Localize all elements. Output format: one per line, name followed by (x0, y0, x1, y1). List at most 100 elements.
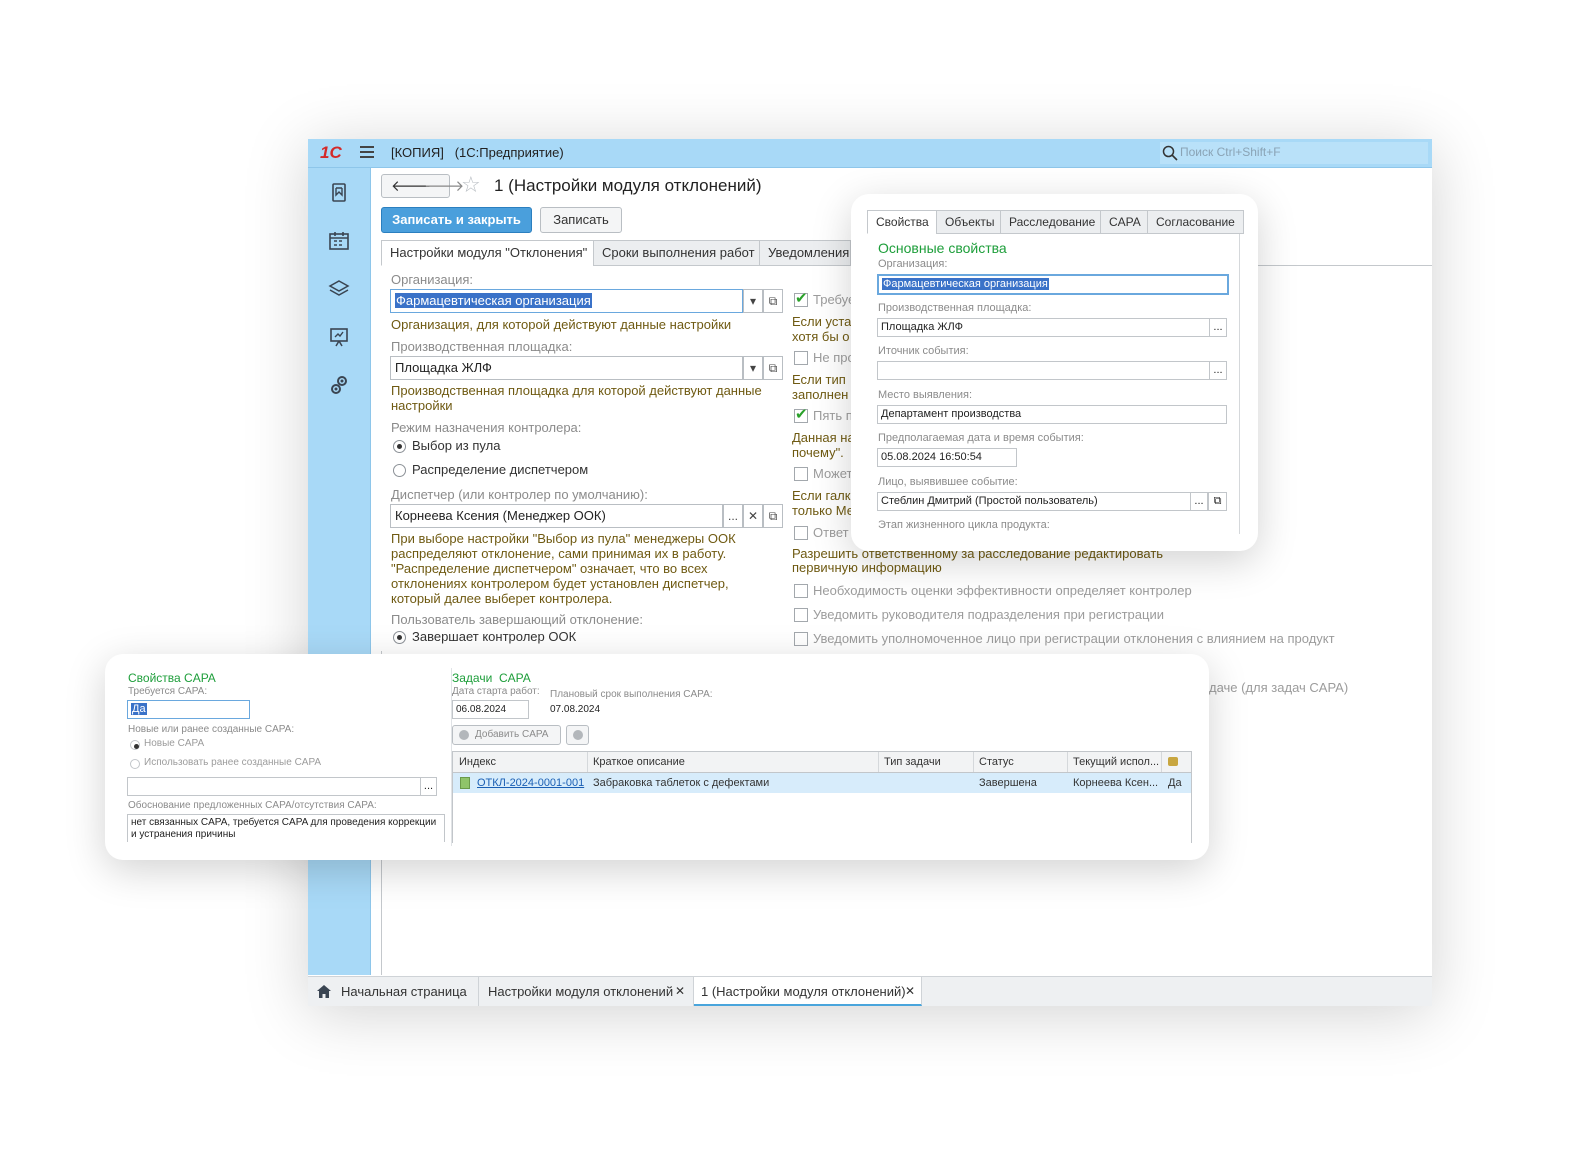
save-button[interactable]: Записать (540, 207, 622, 233)
card-site-field[interactable]: Площадка ЖЛФ (877, 318, 1210, 337)
calendar-icon[interactable] (328, 230, 350, 252)
nav-buttons: 🡐 🡒 (381, 174, 464, 198)
tab-work-deadlines[interactable]: Сроки выполнения работ (593, 240, 764, 266)
add-icon (459, 730, 469, 740)
capa-old-choose-button[interactable]: ... (420, 777, 437, 796)
row-description: Забраковка таблеток с дефектами (593, 777, 770, 789)
mode-pool-label: Выбор из пула (412, 438, 501, 453)
site-label: Производственная площадка: (391, 339, 573, 354)
table-row[interactable]: ОТКЛ-2024-0001-001 Забраковка таблеток с… (453, 773, 1191, 793)
card-person-open-icon[interactable]: ⧉ (1208, 492, 1227, 511)
col-index[interactable]: Индекс (459, 752, 496, 772)
card-org-field[interactable]: Фармацевтическая организация (877, 274, 1229, 295)
col-executor[interactable]: Текущий испол... (1073, 752, 1159, 772)
tab-properties[interactable]: Свойства (867, 210, 938, 234)
card-site-label: Производственная площадка: (878, 302, 1032, 314)
org-field[interactable]: Фармацевтическая организация (390, 289, 743, 313)
close-icon[interactable]: ✕ (905, 977, 915, 1006)
task-doc-icon (460, 777, 470, 789)
card-site-choose-button[interactable]: ... (1209, 318, 1227, 337)
card-date-label: Предполагаемая дата и время события: (878, 432, 1084, 444)
row-index-link[interactable]: ОТКЛ-2024-0001-001 (477, 773, 584, 793)
capa-start-field[interactable]: 06.08.2024 (452, 700, 529, 719)
tab-objects[interactable]: Объекты (936, 210, 1004, 234)
col-task-type[interactable]: Тип задачи (884, 752, 941, 772)
checkbox-notify-qp-label: Уведомить уполномоченное лицо при регист… (813, 631, 1335, 646)
dispatcher-clear-icon[interactable]: ✕ (743, 504, 763, 528)
checkbox-responsible[interactable] (794, 526, 808, 540)
mode-dispatch-radio[interactable] (393, 464, 406, 477)
menu-icon[interactable] (360, 146, 374, 158)
org-dropdown-button[interactable]: ▾ (743, 289, 763, 313)
delete-capa-button[interactable] (566, 725, 589, 745)
properties-tabs: Свойства Объекты Расследование CAPA Согл… (867, 210, 1244, 234)
card-place-label: Место выявления: (878, 389, 973, 401)
close-icon[interactable]: ✕ (675, 977, 685, 1006)
checkbox-notify-head[interactable] (794, 608, 808, 622)
capa-old-select-field[interactable] (127, 777, 421, 796)
card-person-field[interactable]: Стеблин Дмитрий (Простой пользователь) (877, 492, 1191, 511)
checkbox-required-label: Требуе (813, 292, 856, 307)
capa-reason-field[interactable]: нет связанных CAPA, требуется CAPA для п… (127, 814, 445, 842)
open-windows-bar: Начальная страница Настройки модуля откл… (308, 976, 1432, 1006)
card-date-field[interactable]: 05.08.2024 16:50:54 (877, 448, 1017, 467)
site-dropdown-button[interactable]: ▾ (743, 356, 763, 380)
tab-module-settings-list-label: Настройки модуля отклонений (488, 984, 674, 999)
add-capa-button[interactable]: Добавить CAPA (452, 725, 561, 745)
tab-approval[interactable]: Согласование (1147, 210, 1244, 234)
dispatcher-choose-button[interactable]: ... (723, 504, 743, 528)
checkbox-notify-qp[interactable] (794, 632, 808, 646)
col-status[interactable]: Статус (979, 752, 1014, 772)
checkbox-five-why[interactable] (794, 405, 808, 423)
tab-notifications[interactable]: Уведомления (759, 240, 851, 266)
card-place-field[interactable]: Департамент производства (877, 405, 1227, 424)
checkbox-effectiveness[interactable] (794, 584, 808, 598)
checkbox-not-required[interactable] (794, 351, 808, 365)
dispatcher-open-icon[interactable]: ⧉ (763, 504, 783, 528)
five-why-hint-2: почему". (792, 445, 844, 460)
org-open-icon[interactable]: ⧉ (763, 289, 783, 313)
site-hint: Производственная площадка для которой де… (391, 383, 762, 413)
card-source-choose-button[interactable]: ... (1209, 361, 1227, 380)
save-and-close-button[interactable]: Записать и закрыть (381, 207, 532, 233)
card-source-field[interactable] (877, 361, 1210, 380)
capa-old-radio[interactable] (130, 759, 140, 769)
col-description[interactable]: Краткое описание (593, 752, 685, 772)
card-person-choose-button[interactable]: ... (1190, 492, 1208, 511)
capa-new-old-label: Новые или ранее созданные CAPA: (128, 724, 295, 735)
header-sep (587, 752, 588, 772)
tab-capa[interactable]: CAPA (1100, 210, 1150, 234)
checkbox-effectiveness-label: Необходимость оценки эффективности опред… (813, 583, 1192, 598)
required-hint-1: Если уста (792, 314, 852, 329)
checkbox-can[interactable] (794, 467, 808, 481)
tab-module-settings[interactable]: Настройки модуля "Отклонения" (381, 240, 597, 266)
header-sep (1067, 752, 1068, 772)
can-hint-1: Если галк (792, 488, 851, 503)
dispatcher-field[interactable]: Корнеева Ксения (Менеджер ООК) (390, 504, 723, 528)
checkbox-required[interactable] (794, 289, 808, 307)
tab-home-label: Начальная страница (341, 984, 467, 999)
tab-investigation[interactable]: Расследование (1000, 210, 1105, 234)
search-box[interactable]: Поиск Ctrl+Shift+F (1160, 142, 1428, 164)
tab-module-settings-list[interactable]: Настройки модуля отклонений ✕ (479, 977, 694, 1006)
finisher-radio[interactable] (393, 631, 406, 644)
layers-icon[interactable] (328, 278, 350, 300)
site-field[interactable]: Площадка ЖЛФ (390, 356, 743, 380)
tab-current-form[interactable]: 1 (Настройки модуля отклонений) ✕ (694, 977, 922, 1006)
site-open-icon[interactable]: ⧉ (763, 356, 783, 380)
bookmark-icon[interactable] (328, 182, 350, 204)
add-capa-label: Добавить CAPA (475, 729, 549, 740)
presentation-icon[interactable] (328, 326, 350, 348)
capa-required-field[interactable]: Да (127, 700, 250, 719)
forward-arrow-icon[interactable]: 🡒 (424, 176, 464, 195)
tab-home[interactable]: Начальная страница (308, 977, 479, 1006)
capa-props-heading: Свойства CAPA (128, 671, 216, 685)
mode-pool-radio[interactable] (393, 440, 406, 453)
gears-icon[interactable] (328, 374, 350, 396)
mode-dispatch-label: Распределение диспетчером (412, 462, 589, 477)
capa-new-radio[interactable] (130, 740, 140, 750)
favorite-star-icon[interactable]: ☆ (461, 172, 481, 198)
capa-tasks-heading: Задачи CAPA (452, 671, 531, 685)
form-title: 1 (Настройки модуля отклонений) (494, 176, 762, 195)
1c-logo[interactable]: 1C (320, 143, 342, 163)
